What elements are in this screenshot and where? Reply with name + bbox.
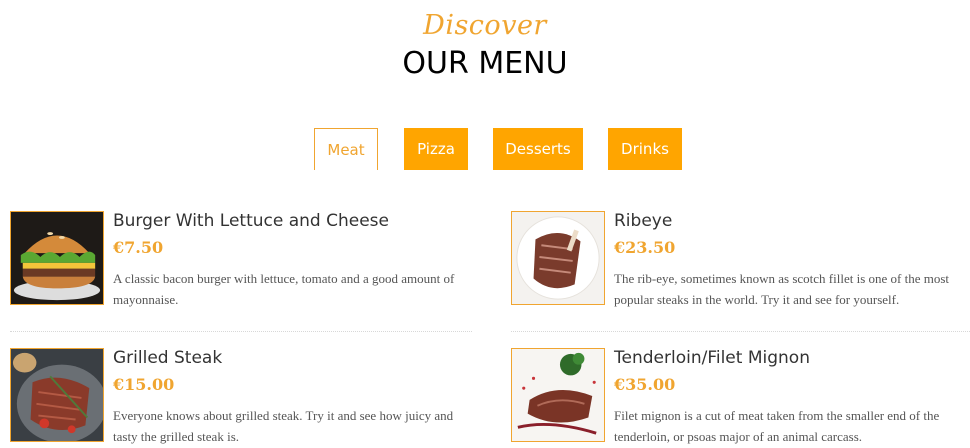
menu-item-price: €35.00 — [614, 375, 676, 394]
section-title: OUR MENU — [402, 46, 568, 81]
menu-item-name: Ribeye — [614, 211, 673, 231]
ribeye-photo-icon — [511, 211, 605, 305]
menu-item-name: Burger With Lettuce and Cheese — [113, 211, 389, 231]
item-divider — [511, 331, 970, 332]
menu-category-tabs: Meat Pizza Desserts Drinks — [0, 128, 970, 170]
grilled-steak-photo-icon — [10, 348, 104, 442]
menu-header: Discover OUR MENU — [0, 6, 970, 82]
tab-drinks[interactable]: Drinks — [608, 128, 682, 170]
menu-item-ribeye[interactable]: Ribeye €23.50 The rib-eye, sometimes kno… — [511, 211, 970, 311]
menu-item-price: €7.50 — [113, 238, 164, 257]
menu-item-name: Grilled Steak — [113, 348, 223, 368]
menu-item-description: Filet mignon is a cut of meat taken from… — [614, 408, 940, 444]
menu-item-grilled-steak[interactable]: Grilled Steak €15.00 Everyone knows abou… — [10, 348, 475, 448]
burger-photo-icon — [10, 211, 104, 305]
item-divider — [10, 331, 472, 332]
filet-mignon-photo-icon — [511, 348, 605, 442]
tab-desserts[interactable]: Desserts — [493, 128, 583, 170]
tab-pizza[interactable]: Pizza — [404, 128, 468, 170]
menu-item-burger[interactable]: Burger With Lettuce and Cheese €7.50 A c… — [10, 211, 475, 311]
menu-item-description: The rib-eye, sometimes known as scotch f… — [614, 271, 950, 307]
tab-meat[interactable]: Meat — [314, 128, 378, 170]
menu-item-price: €23.50 — [614, 238, 676, 257]
section-kicker: Discover — [423, 10, 547, 41]
menu-item-description: Everyone knows about grilled steak. Try … — [113, 408, 454, 444]
menu-item-description: A classic bacon burger with lettuce, tom… — [113, 271, 455, 307]
menu-item-price: €15.00 — [113, 375, 175, 394]
menu-item-name: Tenderloin/Filet Mignon — [614, 348, 810, 368]
menu-item-filet-mignon[interactable]: Tenderloin/Filet Mignon €35.00 Filet mig… — [511, 348, 970, 448]
